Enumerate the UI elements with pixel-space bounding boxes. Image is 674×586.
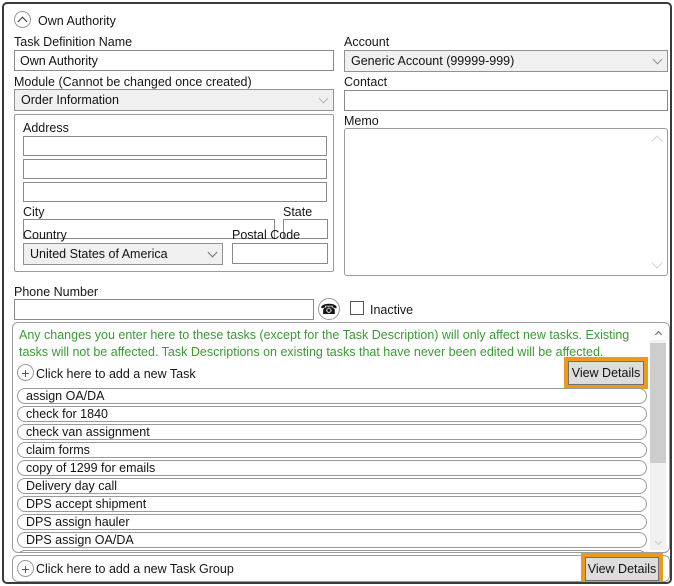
task-group-panel: + Click here to add a new Task Group: [12, 555, 670, 582]
collapse-chevron-icon[interactable]: [14, 11, 31, 28]
view-details-highlight: View Details: [564, 357, 648, 389]
inactive-checkbox[interactable]: [350, 301, 364, 315]
task-row[interactable]: DPS accept shipment: [17, 496, 647, 512]
account-label: Account: [344, 35, 390, 49]
plus-icon: +: [17, 560, 34, 577]
add-task-row[interactable]: +: [17, 364, 34, 381]
inactive-label: Inactive: [370, 303, 414, 317]
add-task-label[interactable]: Click here to add a new Task: [36, 367, 196, 381]
tasks-panel: Any changes you enter here to these task…: [12, 322, 670, 553]
country-select[interactable]: United States of America: [23, 243, 223, 265]
address-group: Address City State Country United States…: [14, 114, 334, 272]
view-details-group-button[interactable]: View Details: [585, 557, 659, 581]
address-label: Address: [23, 121, 69, 135]
task-list: assign OA/DA check for 1840 check van assi…: [17, 388, 647, 552]
task-row[interactable]: DPS assign OA/DA: [17, 532, 647, 548]
address-line1-input[interactable]: [23, 136, 327, 156]
postal-code-label: Postal Code: [232, 228, 301, 242]
task-definition-name-input[interactable]: [14, 50, 334, 71]
module-label: Module (Cannot be changed once created): [14, 75, 252, 89]
contact-input[interactable]: [344, 90, 668, 111]
task-row[interactable]: DPS assign hauler: [17, 514, 647, 530]
view-details-highlight: View Details: [581, 553, 663, 582]
address-line2-input[interactable]: [23, 159, 327, 179]
task-row[interactable]: check van assignment: [17, 424, 647, 440]
phone-icon: ☎: [320, 301, 338, 317]
task-definition-name-label: Task Definition Name: [14, 35, 133, 49]
postal-code-input[interactable]: [232, 243, 328, 264]
phone-number-input[interactable]: [14, 299, 314, 320]
add-task-group-label[interactable]: Click here to add a new Task Group: [36, 562, 234, 576]
memo-textarea[interactable]: [344, 128, 668, 276]
view-details-button[interactable]: View Details: [568, 361, 644, 385]
country-value: United States of America: [30, 247, 168, 261]
chevron-up-icon: [17, 16, 28, 26]
task-row[interactable]: Delivery day call: [17, 478, 647, 494]
tasks-warning-text: Any changes you enter here to these task…: [19, 328, 630, 359]
scroll-down-icon: [654, 537, 662, 546]
task-row[interactable]: claim forms: [17, 442, 647, 458]
account-value: Generic Account (99999-999): [351, 54, 515, 68]
scroll-down-icon[interactable]: [651, 257, 663, 269]
task-row[interactable]: copy of 1299 for emails: [17, 460, 647, 476]
phone-number-label: Phone Number: [14, 285, 99, 299]
state-label: State: [283, 205, 313, 219]
tasks-scrollbar[interactable]: [650, 325, 666, 550]
country-label: Country: [23, 228, 67, 242]
task-row[interactable]: assign OA/DA: [17, 388, 647, 404]
account-select[interactable]: Generic Account (99999-999): [344, 50, 668, 72]
task-row[interactable]: check for 1840: [17, 406, 647, 422]
scroll-up-icon: [654, 330, 662, 338]
chevron-down-icon: [207, 247, 218, 257]
chevron-down-icon: [652, 54, 663, 64]
address-line3-input[interactable]: [23, 182, 327, 202]
city-label: City: [23, 205, 45, 219]
plus-icon: +: [17, 364, 34, 381]
module-select[interactable]: Order Information: [14, 89, 334, 111]
contact-label: Contact: [344, 75, 388, 89]
chevron-down-icon: [318, 93, 329, 103]
scroll-up-icon[interactable]: [651, 135, 663, 147]
scrollbar-thumb[interactable]: [650, 343, 666, 463]
add-task-group-row[interactable]: +: [17, 560, 34, 577]
panel-title: Own Authority: [38, 14, 116, 28]
own-authority-expander: Own Authority Task Definition Name Modul…: [2, 2, 672, 584]
dial-phone-button[interactable]: ☎: [318, 298, 340, 320]
scrollbar-up-button[interactable]: [650, 325, 666, 340]
scrollbar-down-button[interactable]: [650, 535, 666, 550]
memo-label: Memo: [344, 114, 379, 128]
task-group-row-partial[interactable]: New Move Tasks: [16, 583, 646, 584]
task-row[interactable]: driver's fax: [17, 550, 647, 552]
own-authority-window: Own Authority Task Definition Name Modul…: [0, 0, 674, 586]
module-value: Order Information: [21, 93, 119, 107]
